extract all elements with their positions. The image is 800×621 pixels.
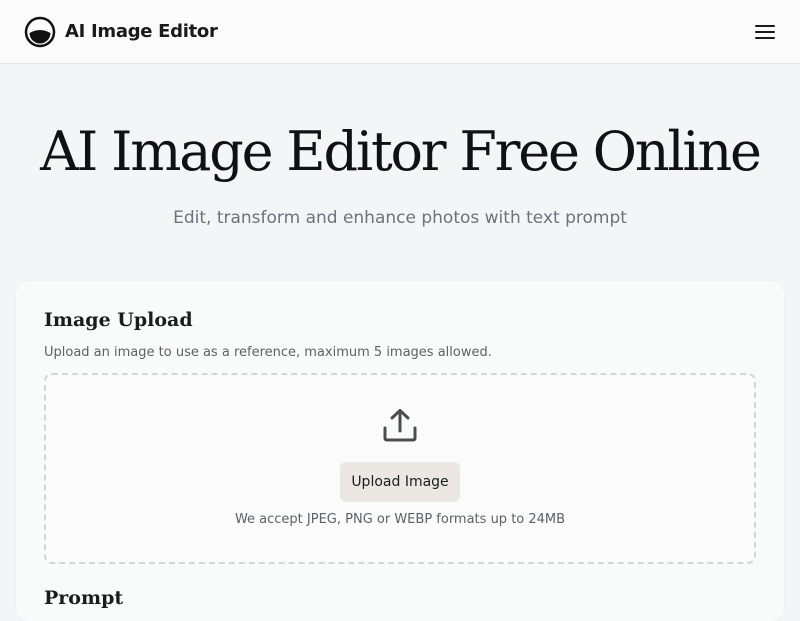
site-header: AI Image Editor xyxy=(0,0,800,64)
accepted-formats-note: We accept JPEG, PNG or WEBP formats up t… xyxy=(234,512,566,527)
page-subtitle: Edit, transform and enhance photos with … xyxy=(173,208,627,228)
brand-home-link[interactable]: AI Image Editor xyxy=(24,16,218,48)
page-title: AI Image Editor Free Online xyxy=(40,120,762,183)
upload-image-button[interactable]: Upload Image xyxy=(340,462,460,502)
editor-card: Image Upload Upload an image to use as a… xyxy=(16,281,784,621)
brand-name: AI Image Editor xyxy=(65,21,218,42)
hamburger-menu-icon xyxy=(755,25,775,39)
menu-button[interactable] xyxy=(754,21,776,43)
image-upload-description: Upload an image to use as a reference, m… xyxy=(44,345,492,360)
half-circle-logo-icon xyxy=(24,16,56,47)
upload-tray-icon xyxy=(383,409,417,442)
prompt-title: Prompt xyxy=(44,587,124,609)
image-dropzone[interactable]: Upload Image We accept JPEG, PNG or WEBP… xyxy=(44,373,756,564)
image-upload-title: Image Upload xyxy=(44,309,193,331)
